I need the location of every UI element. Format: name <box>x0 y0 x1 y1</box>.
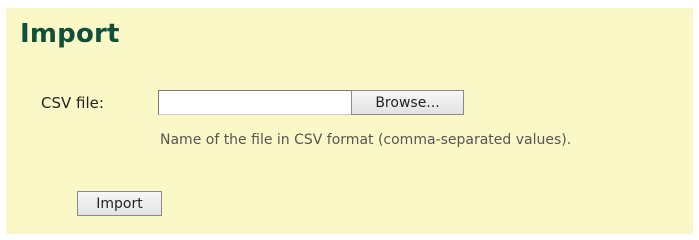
csv-file-hint: Name of the file in CSV format (comma-se… <box>160 132 572 148</box>
browse-button[interactable]: Browse... <box>351 90 464 115</box>
import-button[interactable]: Import <box>77 191 162 216</box>
page-title: Import <box>20 19 120 49</box>
csv-file-path-field[interactable] <box>158 90 351 115</box>
import-panel: Import CSV file: Browse... Name of the f… <box>6 8 693 234</box>
csv-file-label: CSV file: <box>41 94 104 112</box>
